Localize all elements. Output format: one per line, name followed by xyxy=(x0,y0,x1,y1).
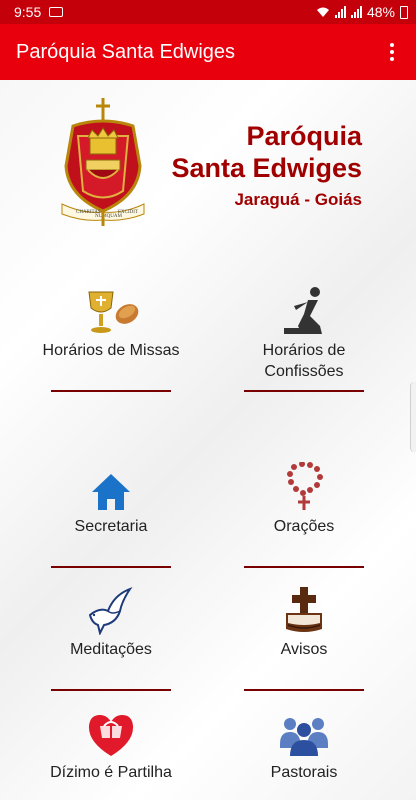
signal-icon-2 xyxy=(350,6,362,18)
praying-person-icon xyxy=(284,287,322,334)
tile-divider xyxy=(244,689,364,691)
home-icon xyxy=(92,474,130,510)
tile-label: Pastorais xyxy=(270,764,338,781)
tile-label: Meditações xyxy=(70,641,152,658)
dove-icon xyxy=(88,586,133,635)
tile-divider xyxy=(51,566,171,568)
tile-label: Horários de Confissões xyxy=(262,342,346,380)
tile-divider xyxy=(51,689,171,691)
tile-meditacoes[interactable]: Meditações xyxy=(21,571,201,691)
tile-oracoes[interactable]: Orações xyxy=(214,448,394,568)
parish-title-line1: Paróquia xyxy=(246,121,362,151)
main-content: CHARITAS NUMQUAM EXCIDIT Paróquia Santa … xyxy=(0,80,416,800)
battery-icon xyxy=(400,5,408,19)
group-people-icon xyxy=(280,718,328,756)
bible-cross-icon xyxy=(286,587,322,632)
status-bar: 9:55 48% xyxy=(0,0,416,24)
tile-dizimo[interactable]: Dízimo é Partilha xyxy=(21,694,201,800)
heart-gift-icon xyxy=(88,715,134,756)
tile-label: Secretaria xyxy=(74,518,148,535)
chalice-bread-icon xyxy=(88,291,139,333)
message-icon xyxy=(49,7,64,17)
tile-divider xyxy=(244,566,364,568)
tile-label: Avisos xyxy=(280,641,328,658)
tile-label: Horários de Missas xyxy=(42,342,180,359)
tile-divider xyxy=(244,390,364,392)
parish-title: Paróquia Santa Edwiges Jaraguá - Goiás xyxy=(171,120,362,210)
tile-secretaria[interactable]: Secretaria xyxy=(21,448,201,568)
wifi-icon xyxy=(316,7,329,17)
battery-percent: 48% xyxy=(366,4,395,20)
parish-crest-logo: CHARITAS NUMQUAM EXCIDIT xyxy=(61,98,145,226)
crest-motto-right: EXCIDIT xyxy=(118,210,138,215)
parish-title-line2: Santa Edwiges xyxy=(171,153,362,183)
status-time: 9:55 xyxy=(14,4,42,20)
overflow-menu-icon[interactable] xyxy=(384,43,400,61)
tile-avisos[interactable]: Avisos xyxy=(214,571,394,691)
tile-horarios-missas[interactable]: Horários de Missas xyxy=(21,272,201,392)
tile-pastorais[interactable]: Pastorais xyxy=(214,694,394,800)
tile-divider xyxy=(51,390,171,392)
rosary-icon xyxy=(287,462,323,510)
signal-icon xyxy=(334,6,346,18)
parish-location: Jaraguá - Goiás xyxy=(234,190,362,209)
app-bar: Paróquia Santa Edwiges xyxy=(0,24,416,80)
tile-horarios-confissoes[interactable]: Horários de Confissões xyxy=(214,272,394,392)
tile-label: Orações xyxy=(273,518,335,535)
parish-header: CHARITAS NUMQUAM EXCIDIT Paróquia Santa … xyxy=(0,80,416,240)
tile-label: Dízimo é Partilha xyxy=(50,764,172,781)
edge-panel-handle[interactable] xyxy=(410,382,416,452)
app-title: Paróquia Santa Edwiges xyxy=(16,40,236,63)
